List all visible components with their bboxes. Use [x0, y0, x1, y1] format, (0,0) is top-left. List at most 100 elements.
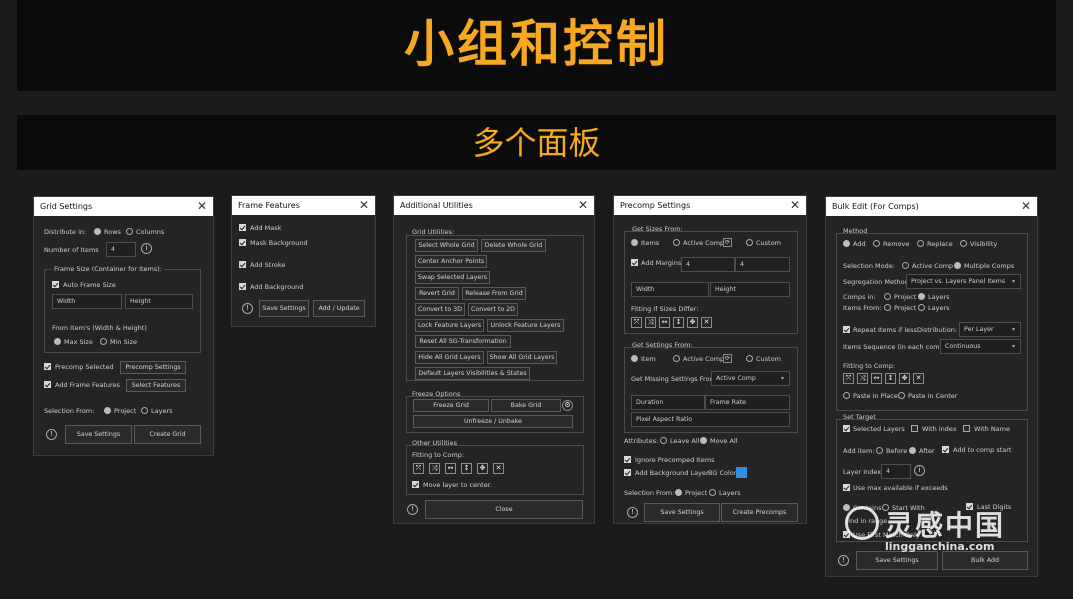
fit-all-icon[interactable]: ⤧: [413, 463, 424, 474]
margin-field-1[interactable]: 4: [681, 257, 735, 272]
select-features-button[interactable]: Select Features: [126, 379, 186, 392]
duration-field[interactable]: Duration: [631, 395, 705, 410]
fit-width-icon[interactable]: ↔: [871, 373, 882, 384]
paste-in-place-radio[interactable]: [843, 392, 850, 399]
project-radio[interactable]: [104, 407, 111, 414]
fit-inside-icon[interactable]: ⤨: [645, 317, 656, 328]
save-settings-button[interactable]: Save Settings: [259, 300, 309, 317]
revert-grid-button[interactable]: Revert Grid: [415, 287, 459, 300]
items-radio[interactable]: [631, 239, 638, 246]
close-icon[interactable]: ✕: [1021, 197, 1031, 216]
bg-color-swatch[interactable]: [736, 467, 747, 478]
paste-in-center-radio[interactable]: [898, 392, 905, 399]
after-radio[interactable]: [909, 447, 916, 454]
reset-all-sg-transformation-button[interactable]: Reset All SG-Transformation: [415, 335, 511, 348]
layer-index-input[interactable]: 4: [881, 464, 911, 479]
repeat-items-checkbox[interactable]: [843, 326, 850, 333]
add-frame-features-checkbox[interactable]: [44, 381, 51, 388]
fit-height-icon[interactable]: ↕: [885, 373, 896, 384]
add-background-checkbox[interactable]: [239, 283, 246, 290]
unlock-feature-layers-button[interactable]: Unlock Feature Layers: [487, 319, 564, 332]
save-settings-button[interactable]: Save Settings: [65, 425, 132, 444]
min-size-radio[interactable]: [100, 338, 107, 345]
close-icon[interactable]: ✕: [197, 197, 207, 216]
info-icon[interactable]: !: [242, 303, 253, 314]
close-button[interactable]: Close: [425, 500, 583, 519]
custom-radio[interactable]: [746, 239, 753, 246]
leave-all-radio[interactable]: [660, 437, 667, 444]
info-icon[interactable]: !: [46, 429, 57, 440]
save-settings-button[interactable]: Save Settings: [644, 503, 720, 522]
add-to-comp-start-checkbox[interactable]: [942, 446, 949, 453]
replace-radio[interactable]: [917, 240, 924, 247]
center-anchor-points-button[interactable]: Center Anchor Points: [415, 255, 487, 268]
settings-active-comp-radio[interactable]: [673, 355, 680, 362]
selected-layers-checkbox[interactable]: [843, 425, 850, 432]
delete-whole-grid-button[interactable]: Delete Whole Grid: [481, 239, 546, 252]
auto-frame-size-checkbox[interactable]: [52, 281, 59, 288]
bake-grid-button[interactable]: Bake Grid: [491, 399, 561, 412]
height-field[interactable]: Height: [125, 294, 193, 309]
info-icon[interactable]: !: [627, 507, 638, 518]
refresh-icon[interactable]: ⟳: [723, 238, 732, 247]
segregation-method-dropdown[interactable]: Project vs. Layers Panel Items ▾: [906, 274, 1021, 289]
item-radio[interactable]: [631, 355, 638, 362]
scale-cross-icon[interactable]: ✕: [701, 317, 712, 328]
columns-radio[interactable]: [126, 228, 133, 235]
use-max-available-checkbox[interactable]: [843, 484, 850, 491]
before-radio[interactable]: [876, 447, 883, 454]
remove-radio[interactable]: [873, 240, 880, 247]
refresh-icon[interactable]: ⟳: [723, 354, 732, 363]
active-comp-radio[interactable]: [673, 239, 680, 246]
fit-height-icon[interactable]: ↕: [461, 463, 472, 474]
project-radio[interactable]: [675, 489, 682, 496]
fit-width-icon[interactable]: ↔: [445, 463, 456, 474]
gear-icon[interactable]: ⚙: [562, 400, 573, 411]
scale-cross-icon[interactable]: ✕: [493, 463, 504, 474]
mask-background-checkbox[interactable]: [239, 239, 246, 246]
close-icon[interactable]: ✕: [578, 196, 588, 215]
release-from-grid-button[interactable]: Release From Grid: [462, 287, 526, 300]
convert-to-2d-button[interactable]: Convert to 2D: [468, 303, 518, 316]
center-move-icon[interactable]: ✥: [899, 373, 910, 384]
height-field[interactable]: Height: [710, 282, 790, 297]
add-update-button[interactable]: Add / Update: [313, 300, 365, 317]
add-margins-checkbox[interactable]: [631, 259, 638, 266]
number-of-items-input[interactable]: 4: [106, 242, 136, 257]
layers-radio[interactable]: [709, 489, 716, 496]
fit-width-icon[interactable]: ↔: [659, 317, 670, 328]
with-index-checkbox[interactable]: [911, 425, 918, 432]
info-icon[interactable]: i: [141, 243, 152, 254]
precomp-settings-button[interactable]: Precomp Settings: [120, 361, 186, 374]
add-background-layer-checkbox[interactable]: [624, 469, 631, 476]
active-comp-radio[interactable]: [902, 262, 909, 269]
default-layers-visibilities-button[interactable]: Default Layers Visibilities & States: [415, 367, 530, 380]
convert-to-3d-button[interactable]: Convert to 3D: [415, 303, 465, 316]
freeze-grid-button[interactable]: Freeze Grid: [413, 399, 489, 412]
move-layer-to-center-checkbox[interactable]: [412, 481, 419, 488]
with-name-checkbox[interactable]: [963, 425, 970, 432]
missing-settings-dropdown[interactable]: Active Comp ▾: [711, 371, 790, 386]
comps-project-radio[interactable]: [884, 293, 891, 300]
swap-selected-layers-button[interactable]: Swap Selected Layers: [415, 271, 490, 284]
lock-feature-layers-button[interactable]: Lock Feature Layers: [415, 319, 484, 332]
center-move-icon[interactable]: ✥: [477, 463, 488, 474]
select-whole-grid-button[interactable]: Select Whole Grid: [415, 239, 478, 252]
items-project-radio[interactable]: [884, 304, 891, 311]
add-radio[interactable]: [843, 240, 850, 247]
move-all-radio[interactable]: [700, 437, 707, 444]
create-grid-button[interactable]: Create Grid: [134, 425, 201, 444]
settings-custom-radio[interactable]: [746, 355, 753, 362]
fit-height-icon[interactable]: ↕: [673, 317, 684, 328]
fit-all-icon[interactable]: ⤧: [631, 317, 642, 328]
close-icon[interactable]: ✕: [790, 196, 800, 215]
margin-field-2[interactable]: 4: [735, 257, 790, 272]
items-sequence-dropdown[interactable]: Continuous ▾: [940, 339, 1021, 354]
rows-radio[interactable]: [94, 228, 101, 235]
create-precomps-button[interactable]: Create Precomps: [721, 503, 798, 522]
center-move-icon[interactable]: ✥: [687, 317, 698, 328]
unfreeze-unbake-button[interactable]: Unfreeze / Unbake: [413, 415, 573, 428]
info-icon[interactable]: !: [407, 504, 418, 515]
comps-layers-radio[interactable]: [918, 293, 925, 300]
close-icon[interactable]: ✕: [359, 196, 369, 215]
